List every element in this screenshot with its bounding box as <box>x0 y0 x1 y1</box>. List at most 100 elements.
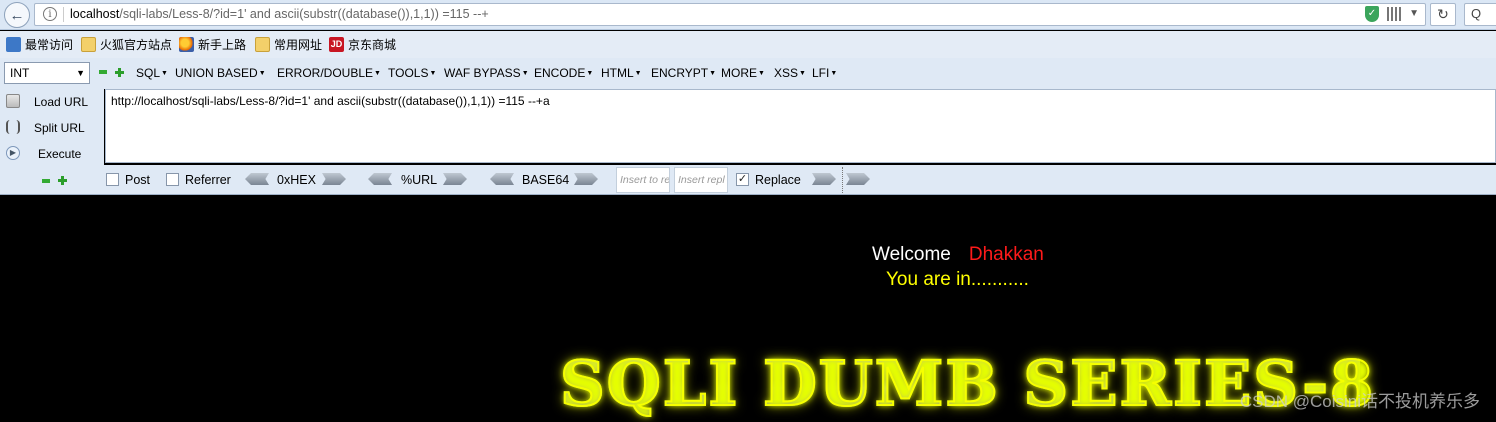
divider <box>842 167 843 193</box>
menu-label: HTML <box>601 66 634 80</box>
replace-all-arrow-icon[interactable] <box>846 173 870 185</box>
navigation-bar: ← i localhost/sqli-labs/Less-8/?id=1' an… <box>0 0 1496 30</box>
bookmark-label: 京东商城 <box>348 38 397 52</box>
search-icon: Q <box>1471 6 1482 21</box>
caret-icon: ▼ <box>374 70 381 78</box>
referrer-label: Referrer <box>185 173 231 187</box>
split-url-icon <box>6 120 20 134</box>
bookmark-label: 新手上路 <box>198 38 247 52</box>
url-text[interactable]: localhost/sqli-labs/Less-8/?id=1' and as… <box>70 7 489 21</box>
folder-icon <box>255 37 270 52</box>
url-decode-arrow-icon[interactable] <box>368 173 392 185</box>
url-label: %URL <box>401 173 438 187</box>
most-visited-icon <box>6 37 21 52</box>
menu-encode[interactable]: ENCODE▼ <box>534 66 593 80</box>
info-icon[interactable]: i <box>43 7 57 21</box>
bookmark-getting-started[interactable]: 新手上路 <box>179 36 246 53</box>
bookmark-most-visited[interactable]: 最常访问 <box>6 36 73 53</box>
bookmarks-bar: 最常访问 火狐官方站点 新手上路 常用网址 JD 京东商城 <box>0 31 1496 58</box>
folder-icon <box>81 37 96 52</box>
base64-decode-arrow-icon[interactable] <box>490 173 514 185</box>
menu-xss[interactable]: XSS▼ <box>774 66 806 80</box>
hackbar-options: Post Referrer 0xHEX %URL BASE64 Insert t… <box>0 165 1496 195</box>
bookmark-firefox-site[interactable]: 火狐官方站点 <box>81 36 172 53</box>
base64-encode-arrow-icon[interactable] <box>574 173 598 185</box>
chevron-down-icon[interactable]: ▼ <box>1409 8 1419 19</box>
play-icon: ▶ <box>6 146 20 160</box>
hex-decode-arrow-icon[interactable] <box>245 173 269 185</box>
replace-arrow-icon[interactable] <box>812 173 836 185</box>
execute-label: Execute <box>38 147 82 161</box>
insert-replacement-input[interactable]: Insert repl <box>674 167 728 193</box>
replace-checkbox[interactable]: ✓ <box>736 173 749 186</box>
menu-label: WAF BYPASS <box>444 66 521 80</box>
menu-label: XSS <box>774 66 799 80</box>
menu-union-based[interactable]: UNION BASED▼ <box>175 66 266 80</box>
caret-icon: ▼ <box>634 70 642 78</box>
menu-encrypt[interactable]: ENCRYPT▼ <box>651 66 716 80</box>
referrer-checkbox[interactable] <box>166 173 179 186</box>
replace-label: Replace <box>755 173 801 187</box>
caret-icon: ▼ <box>799 70 806 78</box>
type-select[interactable]: INT ▼ <box>4 62 90 84</box>
username: Dhakkan <box>968 244 1044 265</box>
watermark: CSDN @Coisini话不投机养乐多 <box>1239 392 1480 411</box>
insert-to-replace-input[interactable]: Insert to re <box>616 167 670 193</box>
caret-icon: ▼ <box>161 70 168 78</box>
back-button[interactable]: ← <box>4 2 30 28</box>
minus-icon[interactable] <box>99 70 107 74</box>
load-url-button[interactable]: Load URL <box>0 90 104 114</box>
split-url-button[interactable]: Split URL <box>0 116 104 140</box>
page-content: Welcome Dhakkan You are in........... SQL… <box>0 196 1496 422</box>
back-arrow-icon: ← <box>9 6 25 24</box>
load-url-label: Load URL <box>34 95 89 109</box>
base64-label: BASE64 <box>522 173 570 187</box>
post-checkbox[interactable] <box>106 173 119 186</box>
menu-label: SQL <box>136 66 161 80</box>
address-bar[interactable]: i localhost/sqli-labs/Less-8/?id=1' and … <box>34 3 1426 26</box>
menu-html[interactable]: HTML▼ <box>601 66 642 80</box>
bookmark-label: 最常访问 <box>25 38 74 52</box>
welcome-line: Welcome Dhakkan <box>872 244 1044 266</box>
hackbar-toolbar: INT ▼ SQL▼ UNION BASED▼ ERROR/DOUBLE▼ TO… <box>0 58 1496 89</box>
menu-label: ERROR/DOUBLE <box>277 66 374 80</box>
url-textarea[interactable]: http://localhost/sqli-labs/Less-8/?id=1'… <box>105 89 1496 163</box>
menu-sql[interactable]: SQL▼ <box>136 66 168 80</box>
menu-label: MORE <box>721 66 757 80</box>
plus-icon[interactable] <box>58 176 67 185</box>
bookmark-common-sites[interactable]: 常用网址 <box>255 36 322 53</box>
menu-lfi[interactable]: LFI▼ <box>812 66 837 80</box>
hex-label: 0xHEX <box>277 173 316 187</box>
caret-icon: ▼ <box>758 70 765 78</box>
caret-icon: ▼ <box>709 70 717 78</box>
menu-label: TOOLS <box>388 66 429 80</box>
url-encode-arrow-icon[interactable] <box>443 173 467 185</box>
reload-button[interactable]: ↻ <box>1430 3 1456 26</box>
search-box[interactable]: Q <box>1464 3 1496 26</box>
menu-waf-bypass[interactable]: WAF BYPASS▼ <box>444 66 529 80</box>
caret-icon: ▼ <box>521 70 529 78</box>
post-label: Post <box>125 173 151 187</box>
url-host: localhost <box>70 7 120 21</box>
qr-code-icon[interactable] <box>1387 7 1401 21</box>
menu-more[interactable]: MORE▼ <box>721 66 765 80</box>
menu-label: LFI <box>812 66 830 80</box>
menu-label: ENCODE <box>534 66 586 80</box>
caret-icon: ▼ <box>258 70 266 78</box>
menu-label: UNION BASED <box>175 66 258 80</box>
plus-icon[interactable] <box>115 68 124 77</box>
login-status: You are in........... <box>886 269 1029 290</box>
caret-icon: ▼ <box>586 70 594 78</box>
shield-icon[interactable]: ✓ <box>1365 6 1379 22</box>
bookmark-jd[interactable]: JD 京东商城 <box>329 36 396 53</box>
type-select-value: INT <box>10 66 30 80</box>
bookmark-label: 火狐官方站点 <box>100 38 173 52</box>
jd-icon: JD <box>329 37 344 52</box>
menu-error-double[interactable]: ERROR/DOUBLE▼ <box>277 66 381 80</box>
menu-tools[interactable]: TOOLS▼ <box>388 66 436 80</box>
minus-icon[interactable] <box>42 179 50 183</box>
hex-encode-arrow-icon[interactable] <box>322 173 346 185</box>
firefox-icon <box>179 37 194 52</box>
execute-button[interactable]: ▶ Execute <box>0 142 104 166</box>
bookmark-label: 常用网址 <box>274 38 323 52</box>
